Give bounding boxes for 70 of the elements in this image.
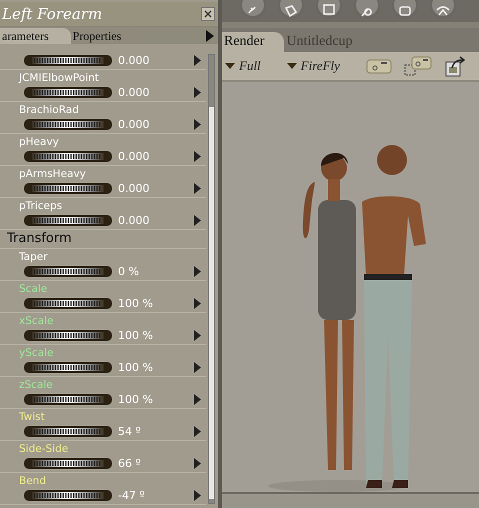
parameter-value: 100 % xyxy=(118,329,154,342)
dial-control[interactable] xyxy=(24,458,112,469)
group-heading: Transform xyxy=(0,230,206,249)
dial-control[interactable] xyxy=(24,362,112,373)
parameter-value: 66 º xyxy=(118,457,142,470)
menu-arrow-icon[interactable] xyxy=(194,362,201,373)
dial-control[interactable] xyxy=(24,215,112,226)
parameter-label: JCMIElbowPoint xyxy=(18,72,100,85)
menu-arrow-icon[interactable] xyxy=(194,183,201,194)
parameter-value: 0.000 xyxy=(118,150,150,163)
dropdown-menu[interactable]: Full xyxy=(225,58,261,74)
menu-arrow-icon[interactable] xyxy=(194,330,201,341)
parameter-label: Twist xyxy=(18,411,46,424)
close-icon xyxy=(204,10,212,18)
menu-arrow-icon[interactable] xyxy=(194,394,201,405)
menu-arrow-icon[interactable] xyxy=(194,55,201,66)
menu-arrow-icon[interactable] xyxy=(194,490,201,501)
document-tab[interactable]: Render xyxy=(222,32,284,52)
menu-arrow-icon[interactable] xyxy=(194,151,201,162)
dial-control[interactable] xyxy=(24,330,112,341)
dial-control[interactable] xyxy=(24,119,112,130)
parameter-label: Bend xyxy=(18,475,47,488)
parameter-value: 100 % xyxy=(118,361,154,374)
parameter-label: yScale xyxy=(18,347,54,360)
dial-control[interactable] xyxy=(24,87,112,98)
parameter-label: pHeavy xyxy=(18,136,60,149)
parameter-value: 0.000 xyxy=(118,118,150,131)
menu-arrow-icon[interactable] xyxy=(194,458,201,469)
area-camera-icon[interactable] xyxy=(404,56,432,76)
parameter-value: 0.000 xyxy=(118,86,150,99)
dial-control[interactable] xyxy=(24,151,112,162)
parameter-label: xScale xyxy=(18,315,54,328)
parameter-value: 100 % xyxy=(118,297,154,310)
parameter-label: pTriceps xyxy=(18,200,64,213)
dial-control[interactable] xyxy=(24,183,112,194)
export-icon[interactable] xyxy=(444,55,468,77)
parameter-label: Taper xyxy=(18,251,49,264)
panel-tab[interactable]: arameters xyxy=(0,28,71,44)
parameter-label: pArmsHeavy xyxy=(18,168,87,181)
parameter-value: 0.000 xyxy=(118,182,150,195)
parameter-label: BrachioRad xyxy=(18,104,80,117)
menu-arrow-icon[interactable] xyxy=(194,298,201,309)
dropdown-menu[interactable]: FireFly xyxy=(286,58,340,74)
parameter-value: 54 º xyxy=(118,425,142,438)
parameter-value: 0 % xyxy=(118,265,140,278)
menu-arrow-icon[interactable] xyxy=(194,119,201,130)
dial-control[interactable] xyxy=(24,298,112,309)
panel-title: Left Forearm xyxy=(0,5,102,23)
dial-control[interactable] xyxy=(24,55,112,66)
dropdown-arrow-icon xyxy=(225,63,235,69)
menu-arrow-icon[interactable] xyxy=(194,426,201,437)
menu-arrow-icon[interactable] xyxy=(194,266,201,277)
parameter-value: 0.000 xyxy=(118,54,150,67)
parameter-value: 100 % xyxy=(118,393,154,406)
dropdown-arrow-icon xyxy=(286,63,297,69)
close-button[interactable] xyxy=(201,7,215,21)
parameter-label: Scale xyxy=(18,283,48,296)
dial-control[interactable] xyxy=(24,426,112,437)
dial-control[interactable] xyxy=(24,266,112,277)
dial-control[interactable] xyxy=(24,394,112,405)
parameter-value: 0.000 xyxy=(118,214,150,227)
parameter-label: zScale xyxy=(18,379,54,392)
parameter-value: -47 º xyxy=(118,489,146,502)
menu-arrow-icon[interactable] xyxy=(194,87,201,98)
camera-icon[interactable] xyxy=(366,57,392,75)
tab-menu-arrow-icon[interactable] xyxy=(206,30,214,42)
dial-control[interactable] xyxy=(24,490,112,501)
parameter-label: Side-Side xyxy=(18,443,70,456)
scrollbar[interactable] xyxy=(208,54,215,504)
menu-arrow-icon[interactable] xyxy=(194,215,201,226)
